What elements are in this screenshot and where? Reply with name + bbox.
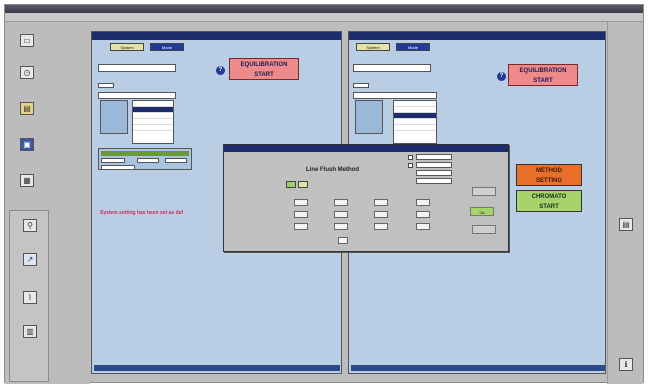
method-field-right[interactable] <box>353 92 437 99</box>
method-field[interactable] <box>98 92 176 99</box>
chart-icon: ⌇ <box>23 291 37 304</box>
monitor-icon: ▭ <box>20 34 34 47</box>
line-d-input[interactable] <box>416 199 430 206</box>
sidebar-item-4[interactable]: ▣ <box>7 138 47 152</box>
equilibration-label-1-right: EQUILIBRATION <box>519 68 567 74</box>
report-button[interactable]: ▤ <box>606 218 646 232</box>
left-panel-header <box>92 32 341 40</box>
time-c-input[interactable] <box>374 223 388 230</box>
position-list[interactable] <box>132 100 174 144</box>
mode-select[interactable] <box>98 64 176 72</box>
window-titlebar[interactable] <box>5 5 643 13</box>
toggle-off[interactable] <box>298 181 308 188</box>
system-error-message: System setting has been set as def <box>100 210 184 216</box>
left-sidebar: ▭ ◷ ▤ ▣ ▦ ⚲ ↗ ⌇ ▥ <box>5 22 90 384</box>
column-select[interactable] <box>98 83 114 88</box>
flow-a-input[interactable] <box>294 211 308 218</box>
equilibration-start-button[interactable]: EQUILIBRATION START <box>229 58 299 80</box>
method-setting-button[interactable]: METHOD SETTING <box>516 164 582 186</box>
dialog-ok-button[interactable]: Ok <box>470 207 494 216</box>
info-button[interactable]: ℹ <box>606 358 646 372</box>
dialog-button-1[interactable] <box>472 187 496 196</box>
list-item[interactable] <box>394 125 436 131</box>
time-a-input[interactable] <box>294 223 308 230</box>
tools-icon: ▦ <box>20 174 34 187</box>
option-field-2[interactable] <box>416 162 452 168</box>
time-b-input[interactable] <box>334 223 348 230</box>
right-panel-header <box>349 32 605 40</box>
settings-group <box>98 148 192 170</box>
option-checkbox-1[interactable] <box>408 155 413 160</box>
flow-c-input[interactable] <box>374 211 388 218</box>
equilibration-start-button-right[interactable]: EQUILIBRATION START <box>508 64 578 86</box>
computer-icon: ▣ <box>20 138 34 151</box>
column-select-right[interactable] <box>353 83 369 88</box>
help-icon[interactable]: ? <box>216 66 225 75</box>
chromato-label-1: CHROMATO <box>531 194 567 200</box>
mode-select-right[interactable] <box>353 64 431 72</box>
sub-item-2[interactable]: ↗ <box>10 253 50 267</box>
sub-item-3[interactable]: ⌇ <box>10 291 50 305</box>
toggle-on[interactable] <box>286 181 296 188</box>
total-input[interactable] <box>338 237 348 244</box>
progress-bar <box>101 151 189 156</box>
help-icon-right[interactable]: ? <box>497 72 506 81</box>
right-status-bar <box>351 365 605 371</box>
method-setting-label-1: METHOD <box>536 168 562 174</box>
right-sidebar: ▤ ℹ <box>607 22 643 384</box>
sidebar-sub-group: ⚲ ↗ ⌇ ▥ <box>9 210 49 382</box>
column-diagram-right <box>355 100 383 134</box>
page-icon: ▥ <box>23 325 37 338</box>
tab-mode[interactable]: Mode <box>150 43 184 51</box>
info-icon: ℹ <box>619 358 633 371</box>
search-icon: ⚲ <box>23 219 37 232</box>
tab-system-right[interactable]: System <box>356 43 390 51</box>
pressure-input[interactable] <box>137 158 159 163</box>
unit-select[interactable] <box>101 165 135 170</box>
option-field-3[interactable] <box>416 170 452 176</box>
position-list-right[interactable] <box>393 100 437 144</box>
line-flush-dialog: Line Flush Method Ok <box>223 144 509 252</box>
sub-item-1[interactable]: ⚲ <box>10 219 50 233</box>
sidebar-item-3[interactable]: ▤ <box>7 102 47 116</box>
menu-bar <box>5 13 643 22</box>
tab-system[interactable]: System <box>110 43 144 51</box>
option-checkbox-2[interactable] <box>408 163 413 168</box>
flow-input[interactable] <box>101 158 125 163</box>
equilibration-label-2-right: START <box>533 78 553 84</box>
option-field-1[interactable] <box>416 154 452 160</box>
dialog-titlebar[interactable] <box>224 145 508 152</box>
chromato-start-button[interactable]: CHROMATO START <box>516 190 582 212</box>
document-icon: ▤ <box>20 102 34 115</box>
dialog-method-title: Line Flush Method <box>306 167 359 173</box>
dialog-cancel-button[interactable] <box>472 225 496 234</box>
sidebar-item-5[interactable]: ▦ <box>7 174 47 188</box>
chromato-label-2: START <box>539 204 559 210</box>
equilibration-label-2: START <box>254 72 274 78</box>
equilibration-label-1: EQUILIBRATION <box>240 62 288 68</box>
clock-icon: ◷ <box>20 66 34 79</box>
list-item[interactable] <box>133 125 173 131</box>
method-setting-label-2: SETTING <box>535 178 562 184</box>
tab-mode-right[interactable]: Mode <box>396 43 430 51</box>
option-field-4[interactable] <box>416 178 452 184</box>
line-a-input[interactable] <box>294 199 308 206</box>
sidebar-item-2[interactable]: ◷ <box>7 66 47 80</box>
flow-d-input[interactable] <box>416 211 430 218</box>
arrow-icon: ↗ <box>23 253 37 266</box>
sub-item-4[interactable]: ▥ <box>10 325 50 339</box>
time-d-input[interactable] <box>416 223 430 230</box>
sidebar-item-1[interactable]: ▭ <box>7 34 47 48</box>
left-status-bar <box>94 365 340 371</box>
column-diagram <box>100 100 128 134</box>
report-icon: ▤ <box>619 218 633 231</box>
flow-b-input[interactable] <box>334 211 348 218</box>
line-b-input[interactable] <box>334 199 348 206</box>
temperature-input[interactable] <box>165 158 187 163</box>
line-c-input[interactable] <box>374 199 388 206</box>
